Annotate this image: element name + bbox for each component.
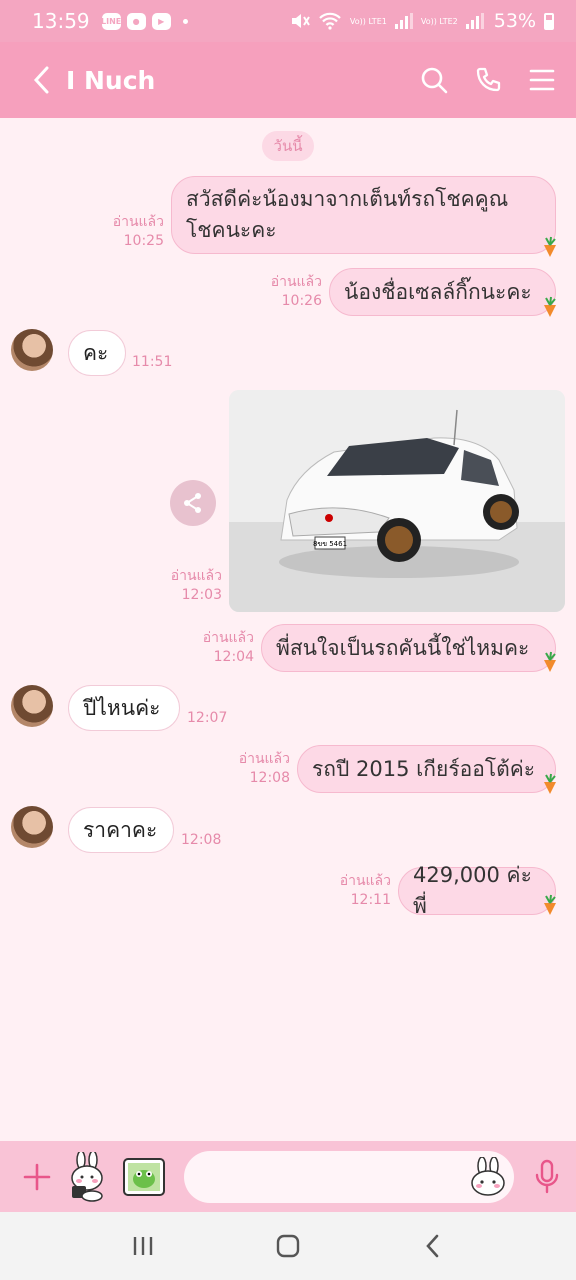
chat-title[interactable]: I Nuch: [66, 66, 155, 95]
wifi-icon: [319, 12, 341, 30]
message-meta: อ่านแล้ว 12:11: [331, 872, 391, 910]
message-input[interactable]: [184, 1150, 514, 1203]
read-status: อ่านแล้ว: [270, 274, 322, 290]
carrot-icon: [544, 894, 556, 915]
avatar[interactable]: [11, 329, 53, 371]
message-text: รถปี 2015 เกียร์ออโต้ค่ะ: [312, 756, 536, 781]
system-nav-bar: [0, 1212, 576, 1280]
message-time: 12:08: [249, 770, 290, 786]
carrot-icon: [544, 296, 556, 317]
license-plate: 8ขข 5461: [313, 540, 347, 548]
chat-header: I Nuch: [0, 42, 576, 118]
avatar[interactable]: [11, 806, 53, 848]
microphone-icon[interactable]: [530, 1157, 564, 1197]
gallery-icon[interactable]: [122, 1155, 166, 1199]
message-text: พี่สนใจเป็นรถคันนี้ใช่ไหมคะ: [276, 635, 530, 660]
volte1-label: Vo)) LTE1: [349, 16, 387, 26]
menu-icon[interactable]: [526, 64, 558, 96]
message-bubble-outgoing[interactable]: 429,000 ค่ะพี่: [398, 863, 556, 918]
message-meta: อ่านแล้ว 10:25: [104, 213, 164, 251]
message-text-line: โชคนะคะ: [186, 218, 277, 242]
battery-icon: [544, 12, 554, 30]
message-input-bar: [0, 1141, 576, 1212]
message-time: 12:08: [181, 832, 222, 848]
signal2-icon: [465, 13, 484, 29]
message-text: คะ: [83, 340, 109, 365]
back-icon[interactable]: [413, 1226, 453, 1266]
avatar[interactable]: [11, 685, 53, 727]
read-status: อ่านแล้ว: [170, 568, 222, 584]
read-status: อ่านแล้ว: [339, 873, 391, 889]
message-meta: อ่านแล้ว 12:08: [230, 750, 290, 788]
recent-apps-icon[interactable]: [123, 1226, 163, 1266]
line-app-icon: LINE: [101, 12, 121, 30]
message-time: 10:26: [281, 293, 322, 309]
message-bubble-outgoing[interactable]: สวัสดีค่ะน้องมาจากเต็นท์รถโชคคูณ โชคนะคะ: [171, 176, 556, 254]
status-right: Vo)) LTE1 Vo)) LTE2 53%: [290, 10, 554, 32]
video-app-icon: ▶: [151, 12, 171, 30]
emoji-icon[interactable]: [468, 1156, 508, 1197]
plus-icon[interactable]: [20, 1160, 54, 1194]
message-time: 10:25: [123, 233, 164, 249]
car-photo[interactable]: 8ขข 5461: [229, 390, 565, 612]
message-text: น้องชื่อเซลล์กิ๊กนะคะ: [344, 279, 532, 304]
mute-icon: [291, 14, 310, 28]
message-bubble-incoming[interactable]: ราคาคะ: [68, 807, 174, 853]
message-bubble-outgoing[interactable]: พี่สนใจเป็นรถคันนี้ใช่ไหมคะ: [261, 624, 556, 672]
chat-area[interactable]: วันนี้ อ่านแล้ว 10:25 สวัสดีค่ะน้องมาจาก…: [0, 118, 576, 1141]
message-time: 12:07: [187, 710, 228, 726]
phone-icon[interactable]: [472, 64, 504, 96]
read-status: อ่านแล้ว: [202, 630, 254, 646]
message-bubble-incoming[interactable]: ปีไหนค่ะ: [68, 685, 180, 731]
message-time: 11:51: [132, 354, 173, 370]
message-bubble-outgoing[interactable]: รถปี 2015 เกียร์ออโต้ค่ะ: [297, 745, 556, 793]
notification-app-icon: ●: [126, 12, 146, 30]
message-bubble-outgoing[interactable]: น้องชื่อเซลล์กิ๊กนะคะ: [329, 268, 556, 316]
message-time: 12:03: [181, 587, 222, 603]
search-icon[interactable]: [418, 64, 450, 96]
message-time: 12:11: [350, 892, 391, 908]
message-meta: อ่านแล้ว 12:04: [194, 629, 254, 667]
message-time: 12:04: [213, 649, 254, 665]
message-meta: อ่านแล้ว 12:03: [162, 567, 222, 605]
more-notifications-dot-icon: [182, 18, 188, 24]
date-separator: วันนี้: [262, 131, 314, 161]
status-time: 13:59: [32, 9, 90, 33]
signal1-icon: [394, 13, 413, 29]
carrot-icon: [544, 773, 556, 794]
volte2-label: Vo)) LTE2: [420, 16, 458, 26]
home-icon[interactable]: [268, 1226, 308, 1266]
message-text-line: สวัสดีค่ะน้องมาจากเต็นท์รถโชคคูณ: [186, 187, 509, 211]
back-arrow-icon[interactable]: [24, 62, 60, 98]
status-bar: 13:59 LINE ● ▶ Vo)) LTE1 Vo)) LTE2 53%: [0, 0, 576, 42]
message-text: ราคาคะ: [83, 817, 158, 842]
message-text: 429,000 ค่ะพี่: [413, 863, 532, 918]
sticker-icon[interactable]: [64, 1151, 110, 1202]
message-bubble-incoming[interactable]: คะ: [68, 330, 126, 376]
share-icon[interactable]: [170, 480, 216, 526]
notification-icons: LINE ● ▶: [101, 12, 188, 30]
read-status: อ่านแล้ว: [112, 214, 164, 230]
battery-percent: 53%: [493, 10, 536, 32]
carrot-icon: [544, 651, 556, 672]
read-status: อ่านแล้ว: [238, 751, 290, 767]
carrot-icon: [544, 236, 556, 257]
message-text: ปีไหนค่ะ: [83, 695, 161, 720]
message-meta: อ่านแล้ว 10:26: [262, 273, 322, 311]
